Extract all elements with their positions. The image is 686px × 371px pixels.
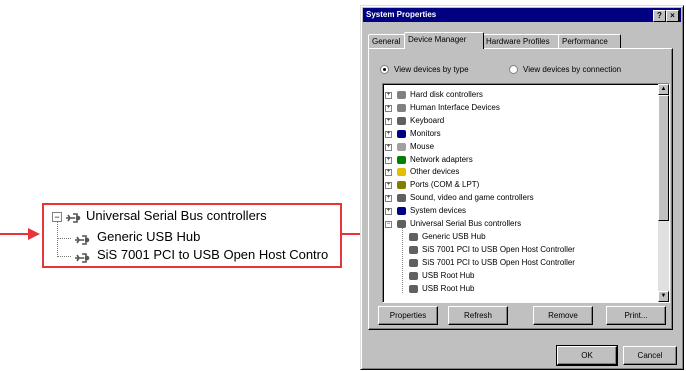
network-adapter-icon [397,155,406,164]
hid-icon [397,103,406,112]
expand-icon[interactable]: + [385,92,392,99]
usb-icon [397,220,406,228]
refresh-button[interactable]: Refresh [448,306,508,325]
help-button[interactable]: ? [653,10,666,22]
view-by-type-label: View devices by type [394,65,469,74]
tree-category-item[interactable]: Ports (COM & LPT) [410,179,479,190]
callout-tree-line [57,256,71,257]
usb-device-icon [409,232,418,241]
usb-device-icon [409,258,418,267]
question-icon [397,168,406,177]
properties-button[interactable]: Properties [378,306,438,325]
expand-icon[interactable]: + [385,156,392,164]
tree-category-item[interactable]: Keyboard [410,115,444,126]
view-by-connection-radio[interactable]: View devices by connection [509,65,622,75]
tab-general[interactable]: General [368,34,407,48]
usb-device-icon [409,245,418,254]
expand-icon[interactable]: + [385,143,392,151]
expand-icon[interactable]: + [385,117,392,125]
tree-category-item[interactable]: Hard disk controllers [410,89,483,100]
callout-tree-line [57,238,71,239]
collapse-icon[interactable]: − [385,221,392,228]
sound-icon [397,194,406,203]
vertical-scrollbar[interactable]: ▲ ▼ [658,84,669,302]
tree-connector-line [402,228,403,293]
expand-icon[interactable]: + [385,104,392,112]
radio-selected-icon [380,65,389,75]
left-arrow-line [0,233,30,235]
port-icon [397,181,406,190]
dialog-title: System Properties [366,10,437,19]
expand-icon[interactable]: + [385,195,392,203]
tab-hardware-profiles[interactable]: Hardware Profiles [482,34,560,48]
tree-child-item[interactable]: SiS 7001 PCI to USB Open Host Controller [422,257,575,268]
disk-controller-icon [397,91,406,99]
usb-device-icon [74,250,90,263]
keyboard-icon [397,116,406,125]
tree-category-item[interactable]: System devices [410,205,466,216]
print-button[interactable]: Print... [606,306,666,325]
ok-button[interactable]: OK [556,345,618,366]
close-button[interactable]: × [666,10,679,22]
expand-icon[interactable]: + [385,208,392,216]
view-by-connection-label: View devices by connection [523,65,622,74]
expand-icon[interactable]: + [385,182,392,190]
scroll-up-icon[interactable]: ▲ [658,84,669,95]
monitor-icon [397,129,406,138]
device-tree[interactable]: + Hard disk controllers + Human Interface D… [382,83,670,303]
tree-child-item[interactable]: SiS 7001 PCI to USB Open Host Controller [422,244,575,255]
callout-tree-line [57,221,58,257]
usb-device-icon [409,271,418,280]
scroll-down-icon[interactable]: ▼ [658,291,669,302]
tree-child-item[interactable]: USB Root Hub [422,283,474,294]
usb-device-icon [409,284,418,293]
expand-icon[interactable]: + [385,130,392,138]
usb-device-icon [74,232,90,245]
system-properties-dialog: System Properties ? × General Device Man… [360,5,684,370]
left-arrow-head [28,228,40,240]
tree-category-item[interactable]: Mouse [410,141,434,152]
system-device-icon [397,207,406,216]
tree-category-item[interactable]: Network adapters [410,154,473,165]
usb-icon [65,210,81,223]
callout-item-generic-usb-hub: Generic USB Hub [97,229,201,244]
tree-category-item[interactable]: Human Interface Devices [410,102,500,113]
tree-category-item[interactable]: Monitors [410,128,441,139]
callout-item-usb-controllers: Universal Serial Bus controllers [86,208,267,223]
cancel-button[interactable]: Cancel [623,346,677,365]
zoomed-tree-callout: − Universal Serial Bus controllers Gener… [42,203,342,268]
view-by-type-radio[interactable]: View devices by type [380,65,469,75]
radio-unselected-icon [509,65,518,75]
expand-icon[interactable]: + [385,169,392,177]
tree-child-item[interactable]: Generic USB Hub [422,231,486,242]
callout-item-sis-controller: SiS 7001 PCI to USB Open Host Contro [97,247,329,262]
tree-child-item[interactable]: USB Root Hub [422,270,474,281]
tab-performance[interactable]: Performance [558,34,621,48]
remove-button[interactable]: Remove [533,306,593,325]
tree-category-item[interactable]: Other devices [410,166,459,177]
tree-category-item[interactable]: Universal Serial Bus controllers [410,218,521,229]
tree-category-item[interactable]: Sound, video and game controllers [410,192,534,203]
tab-device-manager[interactable]: Device Manager [404,32,484,49]
collapse-icon[interactable]: − [52,212,62,222]
mouse-icon [397,142,406,151]
scroll-thumb[interactable] [658,95,669,221]
title-bar[interactable]: System Properties ? × [363,8,681,22]
